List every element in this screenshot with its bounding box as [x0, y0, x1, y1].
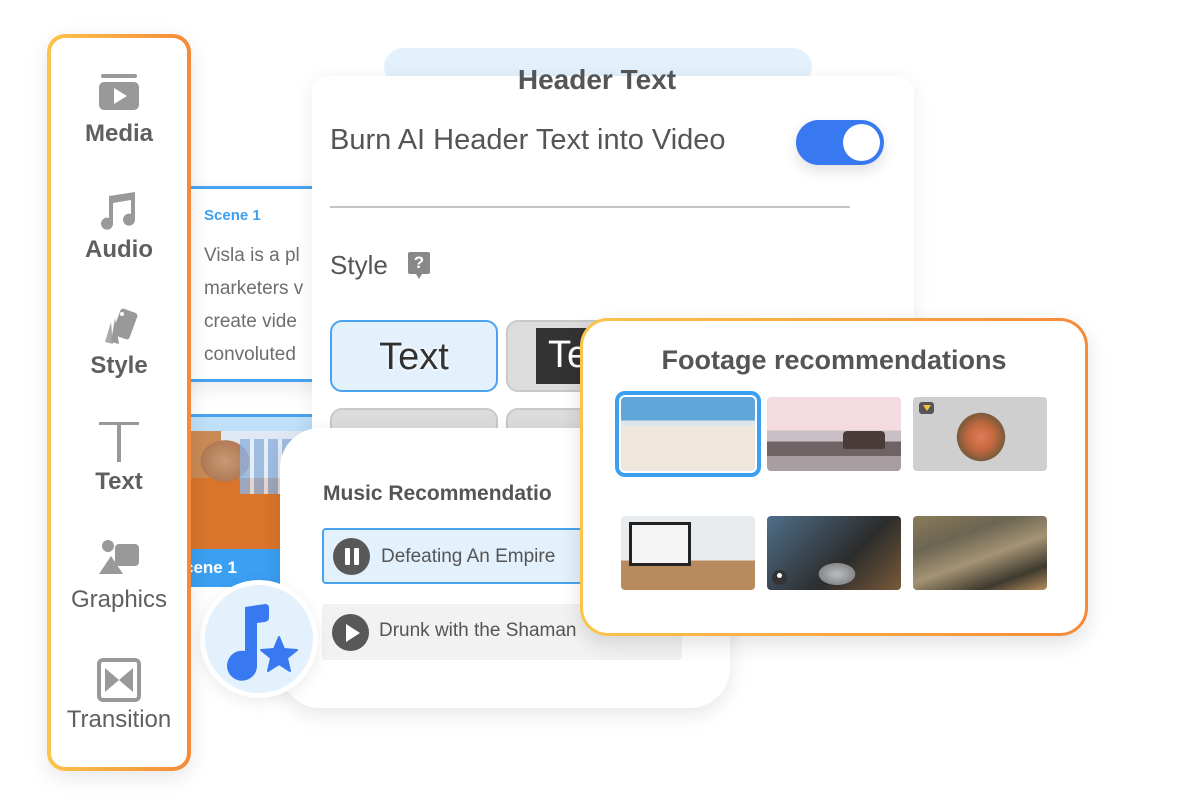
sidebar-item-transition[interactable]: Transition — [51, 658, 187, 734]
music-panel-title: Music Recommendatio — [323, 482, 552, 505]
sidebar: Media Audio Style Text Graphics Transiti… — [47, 34, 191, 771]
footage-thumb-food[interactable] — [913, 397, 1047, 471]
media-icon — [97, 72, 141, 116]
burn-header-label: Burn AI Header Text into Video — [330, 124, 726, 156]
toggle-knob — [843, 124, 880, 161]
divider — [330, 206, 850, 208]
burn-header-toggle[interactable] — [796, 120, 884, 165]
help-icon[interactable]: ? — [408, 252, 430, 279]
sidebar-item-text[interactable]: Text — [51, 420, 187, 496]
footage-thumb-sand-dunes[interactable] — [615, 391, 761, 477]
pause-icon[interactable] — [333, 538, 370, 575]
scene-thumbnail-label: cene 1 — [184, 558, 237, 577]
footage-thumb-laptop[interactable] — [621, 516, 755, 590]
sidebar-item-label: Audio — [85, 236, 153, 263]
footage-recommendations-panel: Footage recommendations — [580, 318, 1088, 636]
sidebar-item-label: Transition — [66, 706, 172, 733]
graphics-shapes-icon — [97, 538, 141, 582]
transition-icon — [97, 658, 141, 702]
style-option-label: Text — [379, 336, 449, 378]
track-name: Drunk with the Shaman — [379, 620, 577, 641]
sidebar-item-label: Graphics — [70, 586, 168, 613]
music-star-icon — [227, 604, 298, 681]
person-icon — [772, 570, 787, 585]
sidebar-item-label: Text — [95, 468, 143, 495]
footage-thumb-van[interactable] — [767, 397, 901, 471]
sidebar-item-label: Media — [84, 120, 153, 147]
premium-gem-icon — [919, 402, 934, 414]
text-icon — [97, 420, 141, 464]
style-label: Style — [330, 250, 388, 280]
scene-label: Scene 1 — [204, 207, 261, 224]
panel-title: Header Text — [517, 64, 677, 95]
track-name: Defeating An Empire — [381, 546, 556, 567]
sidebar-item-style[interactable]: Style — [51, 304, 187, 380]
play-icon[interactable] — [332, 614, 369, 651]
sidebar-item-graphics[interactable]: Graphics — [51, 538, 187, 614]
style-option-outlined[interactable]: Text — [330, 320, 498, 392]
sidebar-item-label: Style — [90, 352, 148, 379]
music-star-badge — [200, 580, 318, 698]
sidebar-item-media[interactable]: Media — [51, 72, 187, 148]
footage-panel-title: Footage recommendations — [661, 345, 1007, 375]
footage-thumb-battle[interactable] — [913, 516, 1047, 590]
footage-thumb-team[interactable] — [767, 516, 901, 590]
sidebar-item-audio[interactable]: Audio — [51, 188, 187, 264]
music-note-icon — [97, 188, 141, 232]
style-swatch-icon — [97, 304, 141, 348]
